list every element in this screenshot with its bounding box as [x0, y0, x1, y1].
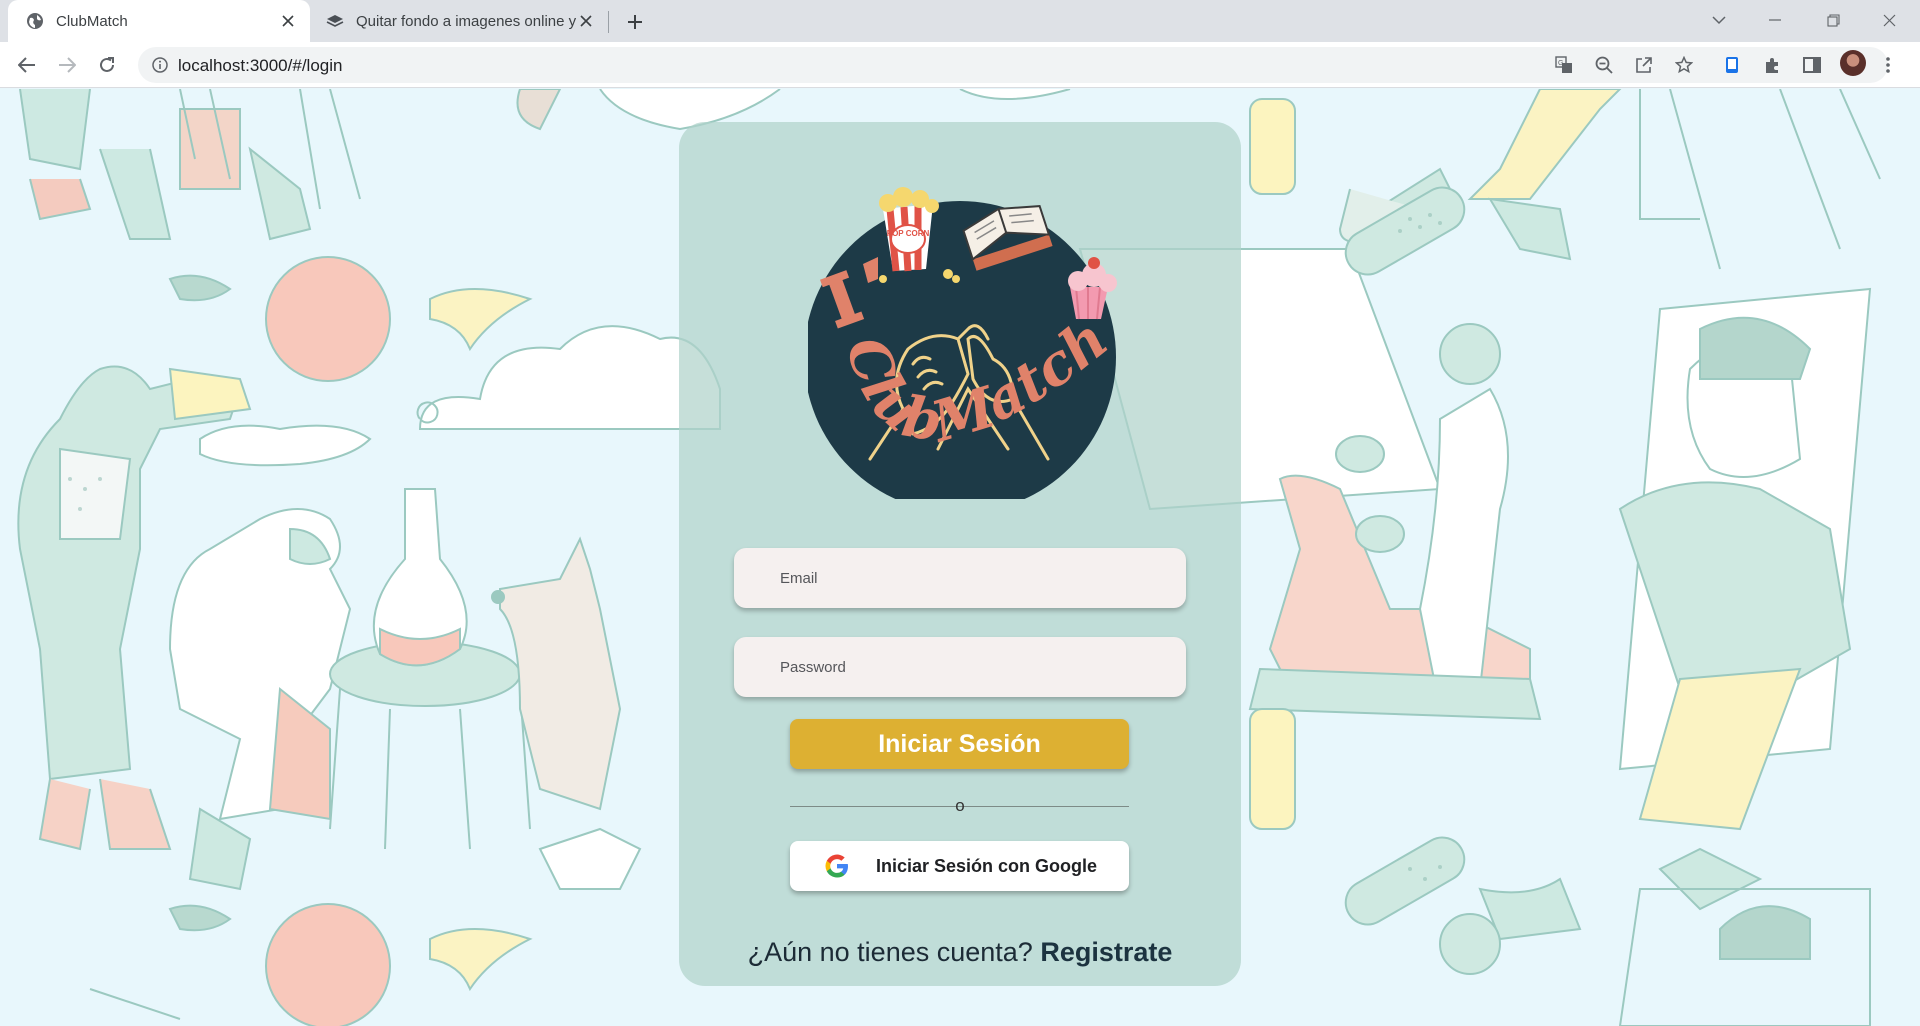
google-icon: [825, 854, 848, 878]
sidebar-icon[interactable]: [1796, 49, 1828, 81]
tab-clubmatch[interactable]: ClubMatch: [8, 0, 310, 42]
forward-icon[interactable]: [51, 49, 83, 81]
address-bar[interactable]: localhost:3000/#/login G: [138, 47, 1888, 83]
share-icon[interactable]: [1628, 49, 1660, 81]
clubmatch-logo: POP CORN ClubMatch: [808, 187, 1120, 499]
zoom-out-icon[interactable]: [1588, 49, 1620, 81]
signup-link[interactable]: Registrate: [1040, 937, 1172, 967]
url-text[interactable]: localhost:3000/#/login: [178, 56, 342, 76]
layers-icon: [326, 12, 344, 30]
signup-prompt-text: ¿Aún no tienes cuenta?: [747, 937, 1033, 967]
svg-text:G: G: [1558, 60, 1563, 67]
tab-quitar-fondo[interactable]: Quitar fondo a imagenes online y: [312, 0, 606, 42]
tab-title: ClubMatch: [56, 12, 128, 30]
profile-avatar[interactable]: [1840, 50, 1866, 76]
minimize-icon[interactable]: [1748, 0, 1802, 40]
reload-icon[interactable]: [91, 49, 123, 81]
popcorn-label: POP CORN: [887, 229, 930, 238]
window-close-icon[interactable]: [1862, 0, 1916, 40]
close-icon[interactable]: [278, 11, 298, 31]
tab-separator: [608, 11, 609, 33]
close-icon[interactable]: [576, 11, 596, 31]
browser-toolbar: localhost:3000/#/login G: [0, 42, 1920, 88]
tab-strip: ClubMatch Quitar fondo a imagenes online…: [0, 0, 1920, 42]
tab-search-icon[interactable]: [1692, 0, 1746, 40]
restore-icon[interactable]: [1806, 0, 1860, 40]
star-icon[interactable]: [1668, 49, 1700, 81]
extensions-icon[interactable]: [1756, 49, 1788, 81]
side-panel-icon[interactable]: [1716, 49, 1748, 81]
signup-prompt: ¿Aún no tienes cuenta? Registrate: [679, 937, 1241, 968]
divider-text: o: [955, 796, 965, 815]
plus-icon[interactable]: [622, 9, 648, 35]
google-login-button[interactable]: Iniciar Sesión con Google: [790, 841, 1129, 891]
more-icon[interactable]: [1872, 49, 1904, 81]
login-button[interactable]: Iniciar Sesión: [790, 719, 1129, 769]
tab-title: Quitar fondo a imagenes online y: [356, 12, 576, 30]
back-icon[interactable]: [11, 49, 43, 81]
google-button-label: Iniciar Sesión con Google: [876, 856, 1098, 876]
login-page: POP CORN ClubMatch Email Iniciar Sesión …: [0, 89, 1920, 1026]
password-field[interactable]: [734, 637, 1186, 697]
info-icon[interactable]: [150, 55, 170, 75]
email-field[interactable]: [734, 548, 1186, 608]
globe-icon: [26, 12, 44, 30]
translate-icon[interactable]: G: [1548, 49, 1580, 81]
